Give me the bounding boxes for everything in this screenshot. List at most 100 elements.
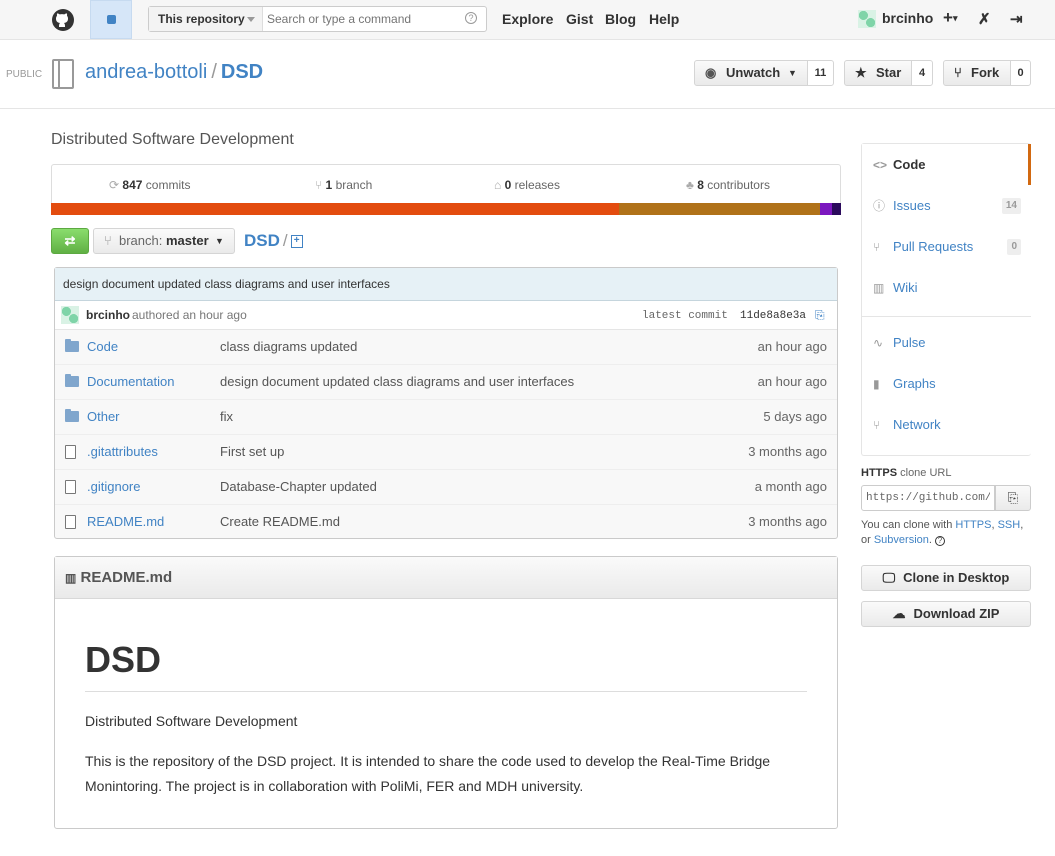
github-logo-icon[interactable]: [51, 8, 75, 32]
language-segment[interactable]: [51, 203, 619, 215]
sidebar-item-count: 14: [1001, 198, 1021, 214]
commit-authored-time: authored an hour ago: [132, 308, 247, 322]
clipboard-icon[interactable]: ⎘: [815, 301, 825, 329]
clone-https-link[interactable]: HTTPS: [955, 519, 991, 531]
file-age: 3 months ago: [748, 444, 827, 459]
nav-gist[interactable]: Gist: [566, 11, 593, 27]
sidebar-item-label: Graphs: [893, 376, 936, 391]
repo-owner-link[interactable]: andrea-bottoli: [85, 61, 207, 83]
file-commit-message-link[interactable]: design document updated class diagrams a…: [220, 365, 574, 399]
visibility-label: PUBLIC: [6, 69, 43, 80]
top-navigation-bar: This repository ? Explore Gist Blog Help…: [0, 0, 1055, 40]
search-input[interactable]: [267, 9, 457, 28]
clone-in-desktop-button[interactable]: 🖵 Clone in Desktop: [861, 565, 1031, 591]
nav-help[interactable]: Help: [649, 11, 679, 27]
branch-icon: ⑂: [315, 178, 323, 192]
breadcrumb-separator: /: [282, 231, 288, 250]
sign-out-icon[interactable]: ⇥: [1010, 10, 1023, 28]
plus-icon: +: [943, 8, 953, 27]
search-scope-dropdown[interactable]: This repository: [149, 7, 263, 31]
readme-paragraph: Distributed Software Development: [85, 713, 298, 729]
latest-commit-message[interactable]: design document updated class diagrams a…: [55, 268, 837, 301]
file-name-link[interactable]: .gitattributes: [87, 435, 158, 469]
settings-tools-icon[interactable]: ✗: [978, 10, 991, 28]
commit-sha-link[interactable]: 11de8a8e3a: [740, 301, 806, 331]
sidebar-item-count: 0: [1007, 239, 1021, 255]
branches-link[interactable]: ⑂ 1 branch: [315, 178, 372, 192]
nav-blog[interactable]: Blog: [605, 11, 636, 27]
file-name-link[interactable]: .gitignore: [87, 470, 140, 504]
file-age: 5 days ago: [763, 409, 827, 424]
watchers-count[interactable]: 11: [807, 60, 834, 86]
sidebar-item-pull-requests[interactable]: ⑂ Pull Requests 0: [862, 226, 1031, 267]
graph-icon: ▮: [873, 377, 880, 391]
new-file-icon[interactable]: +: [290, 235, 303, 249]
file-icon: [65, 480, 76, 494]
stargazers-count[interactable]: 4: [911, 60, 933, 86]
contributors-count: 8: [697, 178, 704, 192]
file-row: Code class diagrams updated an hour ago: [55, 330, 837, 365]
notifications-button[interactable]: [90, 0, 132, 39]
sidebar-item-wiki[interactable]: ▥ Wiki: [862, 267, 1031, 308]
chevron-down-icon: [247, 17, 255, 22]
sidebar-item-pulse[interactable]: ∿ Pulse: [862, 322, 1031, 363]
language-bar[interactable]: [51, 203, 841, 215]
star-button[interactable]: ★ Star: [844, 60, 912, 86]
clone-ssh-link[interactable]: SSH: [998, 519, 1021, 531]
help-icon[interactable]: ?: [465, 12, 477, 24]
commit-author-link[interactable]: brcinho: [86, 301, 130, 329]
sidebar-item-network[interactable]: ⑂ Network: [862, 404, 1031, 445]
nav-explore[interactable]: Explore: [502, 11, 553, 27]
clone-subversion-link[interactable]: Subversion: [874, 534, 929, 546]
clone-url-input[interactable]: [861, 485, 995, 511]
repo-name-link[interactable]: DSD: [221, 61, 263, 83]
forks-count[interactable]: 0: [1010, 60, 1031, 86]
clone-suffix: clone URL: [900, 467, 952, 479]
network-icon: ⑂: [873, 418, 881, 432]
sidebar-item-code[interactable]: <> Code: [862, 144, 1031, 185]
contributors-link[interactable]: ♣ 8 contributors: [686, 178, 770, 192]
file-browser: design document updated class diagrams a…: [54, 267, 838, 539]
releases-link[interactable]: ⌂ 0 releases: [494, 178, 560, 192]
breadcrumb: DSD / +: [244, 231, 303, 251]
file-commit-message-link[interactable]: Create README.md: [220, 505, 340, 539]
unwatch-button[interactable]: ◉ Unwatch ▼: [694, 60, 808, 86]
sidebar-item-graphs[interactable]: ▮ Graphs: [862, 363, 1031, 404]
branch-selector[interactable]: ⑂ branch: master ▼: [93, 228, 235, 254]
file-commit-message-link[interactable]: First set up: [220, 435, 284, 469]
readme-header: ▥ README.md: [55, 557, 837, 599]
fork-button[interactable]: ⑂ Fork: [943, 60, 1011, 86]
file-commit-message-link[interactable]: class diagrams updated: [220, 330, 357, 364]
clone-desktop-label: Clone in Desktop: [903, 570, 1010, 585]
copy-clone-url-button[interactable]: ⎘: [995, 485, 1031, 511]
breadcrumb-root-link[interactable]: DSD: [244, 231, 280, 250]
file-name-link[interactable]: Documentation: [87, 365, 174, 399]
branch-name: master: [166, 233, 209, 248]
clone-help-or: or: [861, 534, 871, 546]
code-icon: <>: [873, 158, 888, 172]
download-zip-button[interactable]: ☁ Download ZIP: [861, 601, 1031, 627]
sidebar-item-label: Issues: [893, 198, 931, 213]
file-commit-message-link[interactable]: fix: [220, 400, 233, 434]
sidebar-item-issues[interactable]: ⓘ Issues 14: [862, 185, 1031, 226]
file-icon: [65, 445, 76, 459]
commits-link[interactable]: ⟳ 847 commits: [109, 178, 190, 192]
fork-icon: ⑂: [954, 65, 962, 80]
language-segment[interactable]: [619, 203, 821, 215]
file-name-link[interactable]: Code: [87, 330, 118, 364]
avatar: [61, 306, 79, 324]
language-segment[interactable]: [831, 203, 841, 215]
user-profile-link[interactable]: brcinho: [858, 10, 934, 28]
clone-help-prefix: You can clone with: [861, 519, 953, 531]
question-icon[interactable]: ?: [935, 536, 946, 546]
cloud-download-icon: ☁: [892, 606, 906, 621]
file-commit-message-link[interactable]: Database-Chapter updated: [220, 470, 377, 504]
language-segment[interactable]: [820, 203, 832, 215]
commits-count: 847: [122, 178, 143, 192]
file-name-link[interactable]: Other: [87, 400, 120, 434]
username: brcinho: [882, 10, 934, 26]
compare-review-button[interactable]: ⇄: [51, 228, 89, 254]
file-name-link[interactable]: README.md: [87, 505, 164, 539]
file-age: an hour ago: [757, 339, 827, 354]
create-new-button[interactable]: +▾: [943, 8, 957, 28]
